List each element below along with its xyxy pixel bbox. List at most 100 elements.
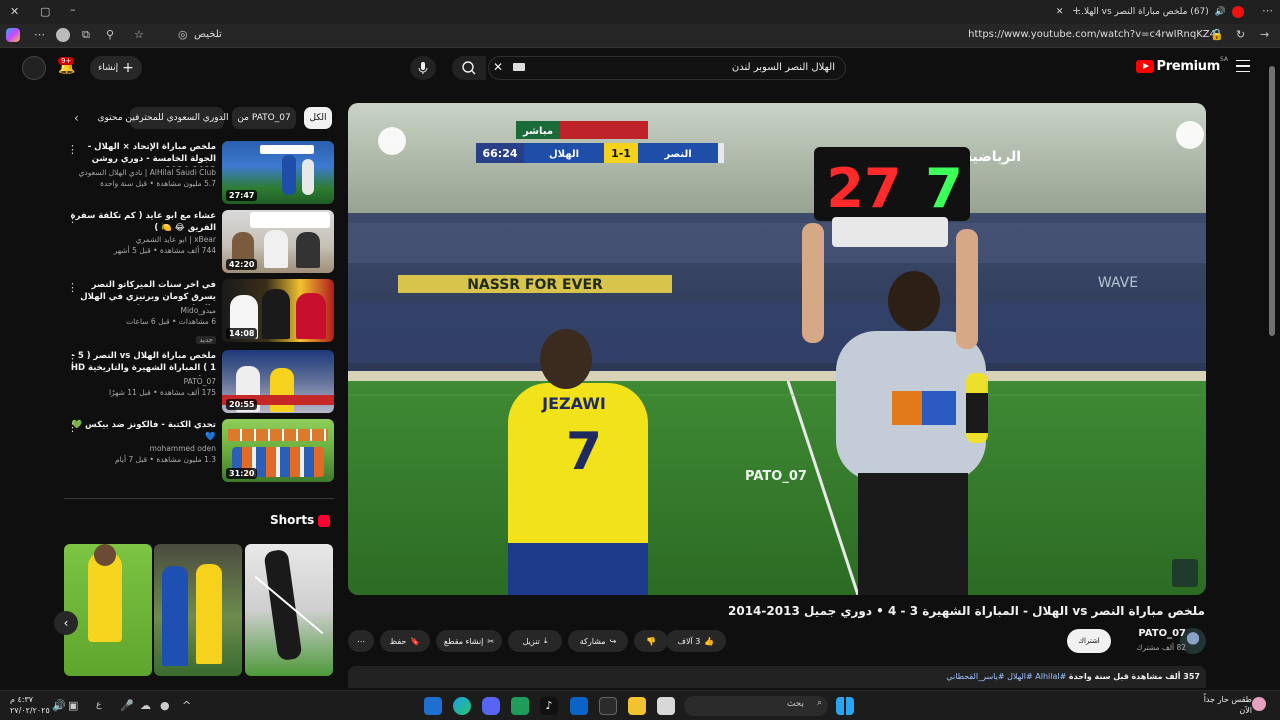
more-actions-icon[interactable]: ⋮ <box>67 352 78 365</box>
keyboard-icon[interactable] <box>513 63 525 71</box>
extensions-icon[interactable]: ⚲ <box>106 29 114 40</box>
short-thumbnail[interactable] <box>154 544 242 676</box>
file-explorer-icon[interactable] <box>628 697 646 715</box>
video-thumbnail[interactable]: 14:08 <box>222 279 334 342</box>
favorite-star-icon[interactable]: ☆ <box>134 29 144 40</box>
channel-name[interactable]: ميدو_Mido <box>66 305 217 316</box>
taskbar-app-icon[interactable] <box>511 697 529 715</box>
download-label: تنزيل <box>522 636 540 646</box>
discord-icon[interactable] <box>482 697 500 715</box>
more-actions-icon[interactable]: ⋮ <box>67 212 78 225</box>
restore-window-icon[interactable]: ▢ <box>40 6 50 17</box>
video-title: عشاء مع ابو عايد ( كم تكلفة سفرة الفريق … <box>70 211 216 233</box>
cloud-icon[interactable]: ☁ <box>140 700 151 711</box>
chip-saudi-league[interactable]: الدوري السعودي للمحترفين <box>125 107 229 129</box>
voice-search-button[interactable] <box>410 56 436 80</box>
short-thumbnail[interactable] <box>245 544 333 676</box>
chip-all[interactable]: الكل <box>304 107 332 129</box>
download-button[interactable]: ⤓ تنزيل <box>508 630 562 652</box>
youtube-premium-logo[interactable]: Premium SA <box>1135 56 1228 74</box>
channel-name[interactable]: AlHilal Saudi Club | نادي الهلال السعودي <box>66 167 216 178</box>
channel-name[interactable]: PATO_07 <box>1138 628 1186 639</box>
profile-icon[interactable] <box>56 28 70 42</box>
browser-tab[interactable]: 🔊 (67) ملخص مباراة النصر vs الهلا... ✕ <box>1056 2 1244 22</box>
list-item[interactable]: 27:47 ملخص مباراة الإتحاد × الهلال - الج… <box>64 141 334 205</box>
summarize-icon[interactable]: ◎ <box>178 29 188 40</box>
page-scrollbar[interactable] <box>1268 56 1276 686</box>
windows-start-icon[interactable] <box>836 697 854 715</box>
close-tab-icon[interactable]: ✕ <box>1056 7 1064 17</box>
taskbar-clock[interactable]: ٤:٣٧ م ٢٧/٠٢/٢٠٢٥ <box>10 694 50 716</box>
video-title: ملخص مباراة الهلال vs النصر ( 5 - 1 ) ال… <box>70 351 216 376</box>
description-box[interactable]: 357 ألف مشاهدة قبل سنة واحدة #Alhilal #ا… <box>348 666 1206 688</box>
tab-title: (67) ملخص مباراة النصر vs الهلا... <box>1075 7 1209 17</box>
duration-badge: 31:20 <box>226 468 258 479</box>
mic-tray-icon[interactable]: 🎤 <box>120 700 134 711</box>
search-button[interactable] <box>452 56 486 80</box>
share-button[interactable]: ↪ مشاركة <box>568 630 628 652</box>
weather-widget[interactable]: طقس حار جداً الآن <box>1204 694 1252 716</box>
jersey-name: JEZAWI <box>541 394 606 413</box>
more-actions-icon[interactable]: ⋮ <box>67 281 78 294</box>
summarize-button[interactable]: تلخيص <box>194 29 222 40</box>
video-thumbnail[interactable]: 31:20 <box>222 419 334 482</box>
more-actions-button[interactable]: ⋯ <box>348 630 374 652</box>
language-indicator[interactable]: ع <box>96 701 101 710</box>
video-thumbnail[interactable]: 27:47 <box>222 141 334 204</box>
taskbar-app-icon[interactable] <box>424 697 442 715</box>
shorts-prev-button[interactable]: ‹ <box>54 611 78 635</box>
chip-more[interactable]: محتوى <box>98 107 122 129</box>
save-button[interactable]: 🔖 حفظ <box>380 630 430 652</box>
tiktok-icon[interactable]: ♪ <box>540 697 558 715</box>
video-thumbnail[interactable]: 42:20 <box>222 210 334 273</box>
chip-from-channel[interactable]: من PATO_07 <box>232 107 296 129</box>
watermark-text: PATO_07 <box>745 469 807 484</box>
refresh-icon[interactable]: ↻ <box>1236 29 1245 40</box>
channel-name[interactable]: mohammed oden <box>66 443 216 454</box>
clear-search-icon[interactable]: ✕ <box>493 60 503 74</box>
video-player[interactable]: NASSR FOR EVER WAVE مباشر 66:24 الهلال 1… <box>348 103 1206 595</box>
minimize-window-icon[interactable]: – <box>70 4 76 15</box>
channel-name[interactable]: xBear | ابو عايد الشمري <box>66 234 216 245</box>
list-item[interactable]: 31:20 تحدي الكتبة - فالكونز ضد بيكس 💚 💙 … <box>64 419 334 483</box>
search-query: الهلال النصر السوبر لندن <box>731 62 835 73</box>
tray-app-icon[interactable]: ● <box>160 700 170 711</box>
video-meta: 1.3 مليون مشاهدة • قبل 7 أيام <box>114 455 216 464</box>
more-actions-icon[interactable]: ⋮ <box>67 143 78 156</box>
collections-icon[interactable]: ⧉ <box>82 29 90 40</box>
display-icon[interactable]: ▣ <box>68 700 78 711</box>
scrollbar-thumb[interactable] <box>1269 66 1275 336</box>
taskbar-search[interactable]: بحث ⌕ <box>684 696 828 716</box>
channel-name[interactable]: PATO_07 <box>66 376 216 387</box>
forward-icon[interactable]: → <box>1260 29 1269 40</box>
taskbar-app-icon[interactable] <box>657 697 675 715</box>
url-field[interactable]: https://www.youtube.com/watch?v=c4rwIRnq… <box>968 29 1216 40</box>
more-icon[interactable]: ⋯ <box>34 29 45 40</box>
like-button[interactable]: 👍 3 آلاف <box>666 630 726 652</box>
list-item[interactable]: 20:55 ملخص مباراة الهلال vs النصر ( 5 - … <box>64 350 334 414</box>
edge-icon[interactable] <box>453 697 471 715</box>
list-item[interactable]: 14:08 في اخر سنات الميركاتو النصر يسرق ك… <box>64 279 334 344</box>
short-thumbnail[interactable] <box>64 544 152 676</box>
hashtags[interactable]: #Alhilal #الهلال #ياسر_القحطاني <box>946 672 1066 681</box>
search-input[interactable]: الهلال النصر السوبر لندن ✕ <box>488 56 846 80</box>
subscribe-button[interactable]: اشتراك <box>1067 629 1111 653</box>
taskbar: ٤:٣٧ م ٢٧/٠٢/٢٠٢٥ ع 🔊 ▣ 🎤 ☁ ● ^ ♪ بحث ⌕ … <box>0 690 1280 720</box>
volume-icon[interactable]: 🔊 <box>52 700 66 711</box>
store-icon[interactable] <box>599 697 617 715</box>
list-item[interactable]: 42:20 عشاء مع ابو عايد ( كم تكلفة سفرة ا… <box>64 210 334 274</box>
video-thumbnail[interactable]: 20:55 <box>222 350 334 413</box>
close-window-icon[interactable]: ✕ <box>10 6 19 17</box>
account-avatar[interactable] <box>22 56 46 80</box>
more-actions-icon[interactable]: ⋮ <box>67 421 78 434</box>
video-meta: 5.7 مليون مشاهدة • قبل سنة واحدة <box>100 179 216 188</box>
menu-icon[interactable]: ⋯ <box>1262 5 1273 16</box>
chips-scroll-left-icon[interactable]: ‹ <box>74 112 79 124</box>
outlook-icon[interactable] <box>570 697 588 715</box>
create-button[interactable]: إنشاء + <box>90 56 142 80</box>
clip-button[interactable]: ✂ إنشاء مقطع <box>436 630 502 652</box>
copilot-icon[interactable] <box>6 28 20 42</box>
dislike-button[interactable]: 👎 <box>634 630 668 652</box>
tray-expand-icon[interactable]: ^ <box>182 700 191 711</box>
hamburger-menu-icon[interactable] <box>1236 60 1250 72</box>
